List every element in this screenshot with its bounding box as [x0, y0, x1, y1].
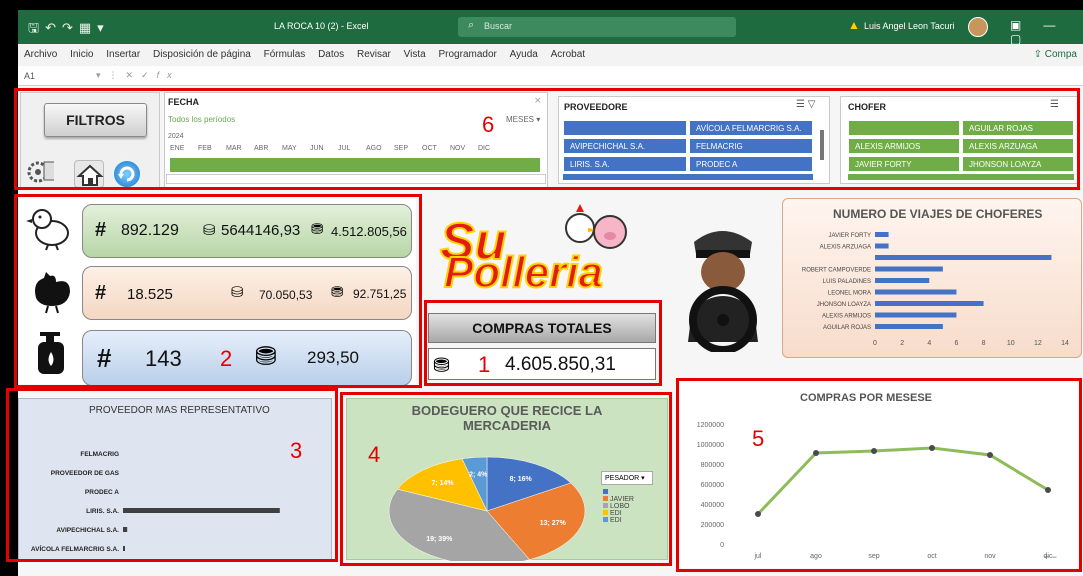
- viajes-choferes-chart: NUMERO DE VIAJES DE CHOFERES JAVIER FORT…: [782, 198, 1082, 358]
- search-box[interactable]: ⌕ Buscar: [458, 17, 736, 37]
- tab-disposicion[interactable]: Disposición de página: [147, 44, 255, 60]
- tab-vista[interactable]: Vista: [398, 44, 430, 60]
- window-title: LA ROCA 10 (2) - Excel: [274, 21, 369, 31]
- tab-archivo[interactable]: Archivo: [18, 44, 61, 60]
- tab-revisar[interactable]: Revisar: [351, 44, 395, 60]
- tick-label: 8: [982, 340, 986, 347]
- bar: [875, 312, 957, 318]
- tick-label: 4: [927, 340, 931, 347]
- highlight-box-6: [14, 88, 1080, 190]
- share-label: Compa: [1044, 49, 1077, 60]
- bar: [875, 255, 1052, 260]
- bar: [875, 289, 957, 295]
- quick-access-toolbar[interactable]: 🖫↶↷▦▾: [28, 19, 110, 41]
- highlight-box-5: [676, 378, 1082, 572]
- highlight-box-3: [6, 388, 338, 562]
- avatar[interactable]: [968, 17, 988, 37]
- marker-2: 2: [220, 346, 233, 371]
- window-controls[interactable]: ▣—▢: [1010, 18, 1083, 46]
- highlight-box-1: [424, 300, 662, 386]
- bar-label: ALEXIS ARZUAGA: [820, 245, 871, 251]
- mascots-icon: [565, 204, 627, 249]
- bar: [875, 324, 943, 329]
- viajes-plot: JAVIER FORTY ALEXIS ARZUAGA ROBERT CAMPOVE…: [802, 232, 1069, 347]
- bar-label: LEONEL MORA: [828, 291, 871, 297]
- warning-icon[interactable]: ▲: [848, 18, 860, 32]
- su-polleria-logo: Su Polleria: [439, 202, 640, 302]
- tab-programador[interactable]: Programador: [433, 44, 501, 60]
- tab-insertar[interactable]: Insertar: [100, 44, 144, 60]
- bar-label: JAVIER FORTY: [829, 233, 871, 239]
- bar: [875, 232, 889, 237]
- marker-3: 3: [290, 438, 303, 463]
- tab-inicio[interactable]: Inicio: [64, 44, 97, 60]
- highlight-box-4: [340, 392, 672, 566]
- tick-label: 2: [900, 340, 904, 347]
- share-button[interactable]: ⇪ Compa: [1034, 49, 1077, 60]
- tick-label: 6: [954, 340, 958, 347]
- ribbon-tabs: Archivo Inicio Insertar Disposición de p…: [18, 44, 1083, 66]
- highlight-box-2: [14, 194, 422, 388]
- bar-label: JHONSON LOAYZA: [817, 302, 871, 308]
- tick-label: 0: [873, 340, 877, 347]
- bar-label: AGUILAR ROJAS: [823, 325, 871, 331]
- tab-ayuda[interactable]: Ayuda: [504, 44, 542, 60]
- marker-5: 5: [752, 426, 765, 451]
- driver-icon: [688, 231, 758, 352]
- name-box[interactable]: A1: [24, 71, 35, 81]
- tab-datos[interactable]: Datos: [312, 44, 348, 60]
- tick-label: 14: [1061, 340, 1069, 347]
- search-icon: ⌕: [468, 19, 475, 31]
- formula-icons[interactable]: ▾⋮✕✓fx: [96, 70, 180, 81]
- bar: [875, 278, 930, 283]
- bar: [875, 301, 984, 306]
- user-name[interactable]: Luis Angel Leon Tacuri: [864, 21, 954, 31]
- marker-4: 4: [368, 442, 381, 467]
- tick-label: 10: [1007, 340, 1015, 347]
- excel-title-bar: 🖫↶↷▦▾ LA ROCA 10 (2) - Excel ⌕ Buscar ▲ L…: [18, 10, 1083, 46]
- bar-label: ROBERT CAMPOVERDE: [802, 268, 871, 274]
- bar-label: ALEXIS ARMIJOS: [822, 314, 871, 320]
- tab-acrobat[interactable]: Acrobat: [545, 44, 589, 60]
- tab-formulas[interactable]: Fórmulas: [258, 44, 310, 60]
- formula-bar: A1 ▾⋮✕✓fx: [18, 66, 1083, 86]
- bar-label: LUIS PALADINES: [823, 279, 871, 285]
- bar: [875, 243, 889, 249]
- fx-label: fx: [156, 70, 180, 80]
- tick-label: 12: [1034, 340, 1042, 347]
- marker-1: 1: [478, 352, 491, 377]
- search-placeholder: Buscar: [484, 21, 513, 31]
- marker-6: 6: [482, 112, 495, 137]
- bar: [875, 266, 943, 272]
